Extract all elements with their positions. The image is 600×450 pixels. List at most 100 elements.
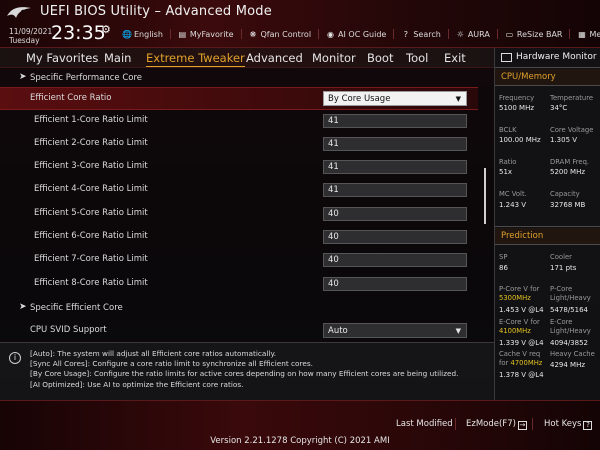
ecore-lh-label: E-Core bbox=[550, 318, 573, 326]
chevron-down-icon: ▼ bbox=[455, 95, 461, 103]
last-modified-button[interactable]: Last Modified bbox=[396, 419, 453, 429]
divider bbox=[393, 29, 395, 39]
pcore-lh-label-2: Light/Heavy bbox=[550, 294, 591, 302]
globe-icon: 🌐 bbox=[122, 29, 132, 39]
divider bbox=[447, 29, 449, 39]
setting-label: Efficient 7-Core Ratio Limit bbox=[34, 254, 148, 264]
aura-icon: ☼ bbox=[456, 29, 464, 39]
toolbar: 🌐 English ▤ MyFavorite ❋ Qfan Control ◉ … bbox=[122, 28, 600, 40]
exit-arrow-icon: → bbox=[517, 421, 527, 430]
ratio-limit-input[interactable]: 41 bbox=[323, 114, 467, 128]
cooler-value: 171 pts bbox=[550, 264, 577, 272]
tab-extreme-tweaker[interactable]: Extreme Tweaker bbox=[146, 51, 245, 67]
cache-req-for-line: for 4700MHz bbox=[499, 359, 542, 368]
fan-icon: ❋ bbox=[249, 29, 257, 39]
divider bbox=[495, 226, 600, 227]
description-line: [AI Optimized]: Use AI to optimize the E… bbox=[30, 379, 244, 389]
setting-row[interactable]: Efficient 5-Core Ratio Limit 40 bbox=[0, 203, 478, 226]
select-value: By Core Usage bbox=[328, 94, 391, 104]
myfavorite-button[interactable]: ▤ MyFavorite bbox=[178, 30, 234, 39]
divider bbox=[495, 67, 600, 68]
setting-row[interactable]: Efficient 1-Core Ratio Limit 41 bbox=[0, 110, 478, 133]
ratio-limit-input[interactable]: 41 bbox=[323, 137, 467, 151]
setting-label: Efficient 3-Core Ratio Limit bbox=[34, 161, 148, 171]
cpu-memory-section: CPU/Memory bbox=[495, 69, 600, 85]
pcore-req-label: P-Core V for bbox=[499, 285, 540, 293]
resize-bar-button[interactable]: ▭ ReSize BAR bbox=[505, 30, 563, 39]
section-label: Specific Efficient Core bbox=[30, 303, 123, 313]
efficient-core-ratio-select[interactable]: By Core Usage ▼ bbox=[323, 91, 467, 106]
search-button[interactable]: ? Search bbox=[401, 29, 441, 39]
hot-keys-button[interactable]: Hot Keys? bbox=[544, 419, 593, 430]
tab-boot[interactable]: Boot bbox=[367, 51, 393, 65]
header: UEFI BIOS Utility – Advanced Mode 11/09/… bbox=[0, 0, 600, 48]
ezmode-button[interactable]: EzMode(F7) → bbox=[466, 419, 527, 430]
setting-row[interactable]: Efficient 8-Core Ratio Limit 40 bbox=[0, 273, 478, 296]
settings-panel: ➤ Specific Performance Core Efficient Co… bbox=[0, 68, 494, 340]
ratio-label: Ratio bbox=[499, 158, 517, 166]
divider bbox=[532, 418, 533, 430]
date-text: 11/09/2021 bbox=[9, 27, 53, 36]
ratio-limit-input[interactable]: 40 bbox=[323, 253, 467, 267]
chevron-right-icon: ➤ bbox=[19, 72, 27, 82]
memtest-button[interactable]: ▦ MemTest86 bbox=[577, 30, 600, 39]
setting-row[interactable]: Efficient 2-Core Ratio Limit 41 bbox=[0, 133, 478, 156]
bclk-value: 100.00 MHz bbox=[499, 136, 541, 144]
bclk-label: BCLK bbox=[499, 126, 517, 134]
section-label: Specific Performance Core bbox=[30, 73, 143, 83]
tab-monitor[interactable]: Monitor bbox=[312, 51, 356, 65]
ratio-limit-input[interactable]: 41 bbox=[323, 160, 467, 174]
cache-req-label: Cache V req bbox=[499, 350, 541, 358]
tab-advanced[interactable]: Advanced bbox=[246, 51, 303, 65]
setting-row[interactable]: Efficient 6-Core Ratio Limit 40 bbox=[0, 226, 478, 249]
ai-oc-guide-button[interactable]: ◉ AI OC Guide bbox=[326, 30, 386, 39]
setting-row[interactable]: Efficient 3-Core Ratio Limit 41 bbox=[0, 156, 478, 179]
footer: Last Modified EzMode(F7) → Hot Keys? Vers… bbox=[0, 400, 600, 450]
prediction-section: Prediction bbox=[495, 228, 600, 244]
ratio-value: 51x bbox=[499, 168, 513, 176]
sp-label: SP bbox=[499, 253, 508, 261]
cpu-svid-row[interactable]: CPU SVID Support Auto ▼ bbox=[0, 320, 478, 343]
tab-my-favorites[interactable]: My Favorites bbox=[26, 51, 98, 65]
aura-button[interactable]: ☼ AURA bbox=[456, 30, 490, 39]
help-icon: ? bbox=[403, 29, 408, 39]
divider bbox=[496, 29, 498, 39]
divider bbox=[495, 85, 600, 86]
section-title: CPU/Memory bbox=[501, 72, 556, 82]
efficient-core-ratio-row[interactable]: Efficient Core Ratio By Core Usage ▼ bbox=[0, 87, 478, 110]
temperature-value: 34°C bbox=[550, 104, 568, 112]
setting-row[interactable]: Efficient 4-Core Ratio Limit 41 bbox=[0, 179, 478, 202]
clock[interactable]: 23:35 bbox=[51, 22, 106, 44]
info-icon: i bbox=[9, 352, 21, 364]
ratio-limit-input[interactable]: 40 bbox=[323, 277, 467, 291]
rog-logo-icon bbox=[7, 7, 31, 18]
description-text: [Auto]: The system will adjust all Effic… bbox=[30, 349, 458, 390]
cooler-label: Cooler bbox=[550, 253, 572, 261]
tab-tool[interactable]: Tool bbox=[406, 51, 428, 65]
gear-icon[interactable]: ⚙ bbox=[101, 23, 111, 36]
ratio-limit-input[interactable]: 41 bbox=[323, 183, 467, 197]
tab-main[interactable]: Main bbox=[104, 51, 131, 65]
tab-exit[interactable]: Exit bbox=[444, 51, 466, 65]
pcore-lh-value: 5478/5164 bbox=[550, 306, 588, 314]
monitor-icon bbox=[501, 52, 512, 62]
ecore-req-label: E-Core V for bbox=[499, 318, 540, 326]
divider bbox=[240, 29, 242, 39]
hardware-monitor-title: Hardware Monitor bbox=[501, 52, 597, 62]
section-specific-efficient-core[interactable]: ➤ Specific Efficient Core bbox=[0, 298, 478, 321]
heavy-cache-value: 4294 MHz bbox=[550, 361, 586, 369]
date-display: 11/09/2021 Tuesday bbox=[9, 27, 52, 45]
scrollbar[interactable] bbox=[484, 168, 486, 224]
memtest-icon: ▦ bbox=[578, 29, 586, 39]
search-label: Search bbox=[413, 29, 441, 39]
ratio-limit-input[interactable]: 40 bbox=[323, 207, 467, 221]
setting-row[interactable]: Efficient 7-Core Ratio Limit 40 bbox=[0, 249, 478, 272]
ratio-limit-input[interactable]: 40 bbox=[323, 230, 467, 244]
setting-label: Efficient 8-Core Ratio Limit bbox=[34, 278, 148, 288]
heavy-cache-label: Heavy Cache bbox=[550, 350, 595, 358]
capacity-label: Capacity bbox=[550, 190, 580, 198]
qfan-button[interactable]: ❋ Qfan Control bbox=[249, 29, 311, 39]
cpu-svid-select[interactable]: Auto ▼ bbox=[323, 323, 467, 338]
ecore-lh-value: 4094/3852 bbox=[550, 339, 588, 347]
language-button[interactable]: 🌐 English bbox=[122, 30, 163, 39]
